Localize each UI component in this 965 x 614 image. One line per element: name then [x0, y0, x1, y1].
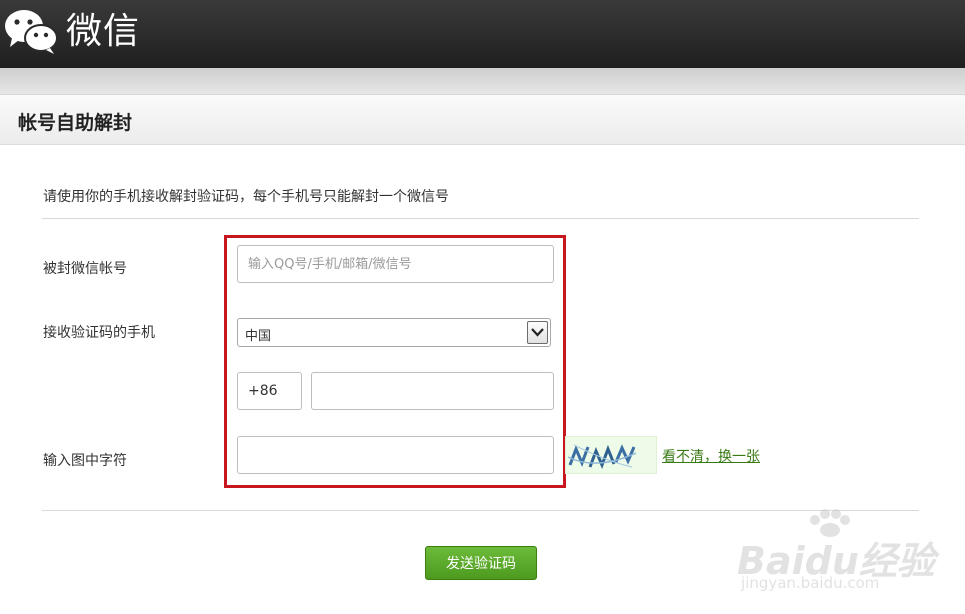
- instruction-text: 请使用你的手机接收解封验证码，每个手机号只能解封一个微信号: [43, 189, 449, 205]
- wechat-logo-icon: [5, 10, 58, 54]
- country-select[interactable]: 中国: [237, 318, 551, 347]
- account-input[interactable]: [237, 245, 554, 283]
- divider-top: [42, 218, 919, 219]
- page-title: 帐号自助解封: [18, 112, 133, 134]
- sub-bar: [0, 68, 965, 95]
- captcha-input[interactable]: [237, 436, 554, 474]
- baidu-watermark: Baidu经验 jingyan.baidu.com: [735, 508, 955, 598]
- watermark-sub: jingyan.baidu.com: [741, 574, 880, 592]
- chevron-down-icon[interactable]: [527, 321, 548, 344]
- phone-label: 接收验证码的手机: [43, 325, 155, 341]
- phone-prefix: +86: [237, 372, 302, 410]
- captcha-image[interactable]: [565, 436, 657, 474]
- country-select-value: 中国: [245, 329, 272, 344]
- title-bar: 帐号自助解封: [0, 95, 965, 145]
- phone-input[interactable]: [311, 372, 554, 410]
- captcha-label: 输入图中字符: [43, 453, 127, 469]
- top-header: 微信: [0, 0, 965, 68]
- account-label: 被封微信帐号: [43, 261, 127, 277]
- send-code-button[interactable]: 发送验证码: [425, 546, 537, 580]
- refresh-captcha-link[interactable]: 看不清，换一张: [662, 446, 760, 466]
- brand-name: 微信: [66, 11, 141, 52]
